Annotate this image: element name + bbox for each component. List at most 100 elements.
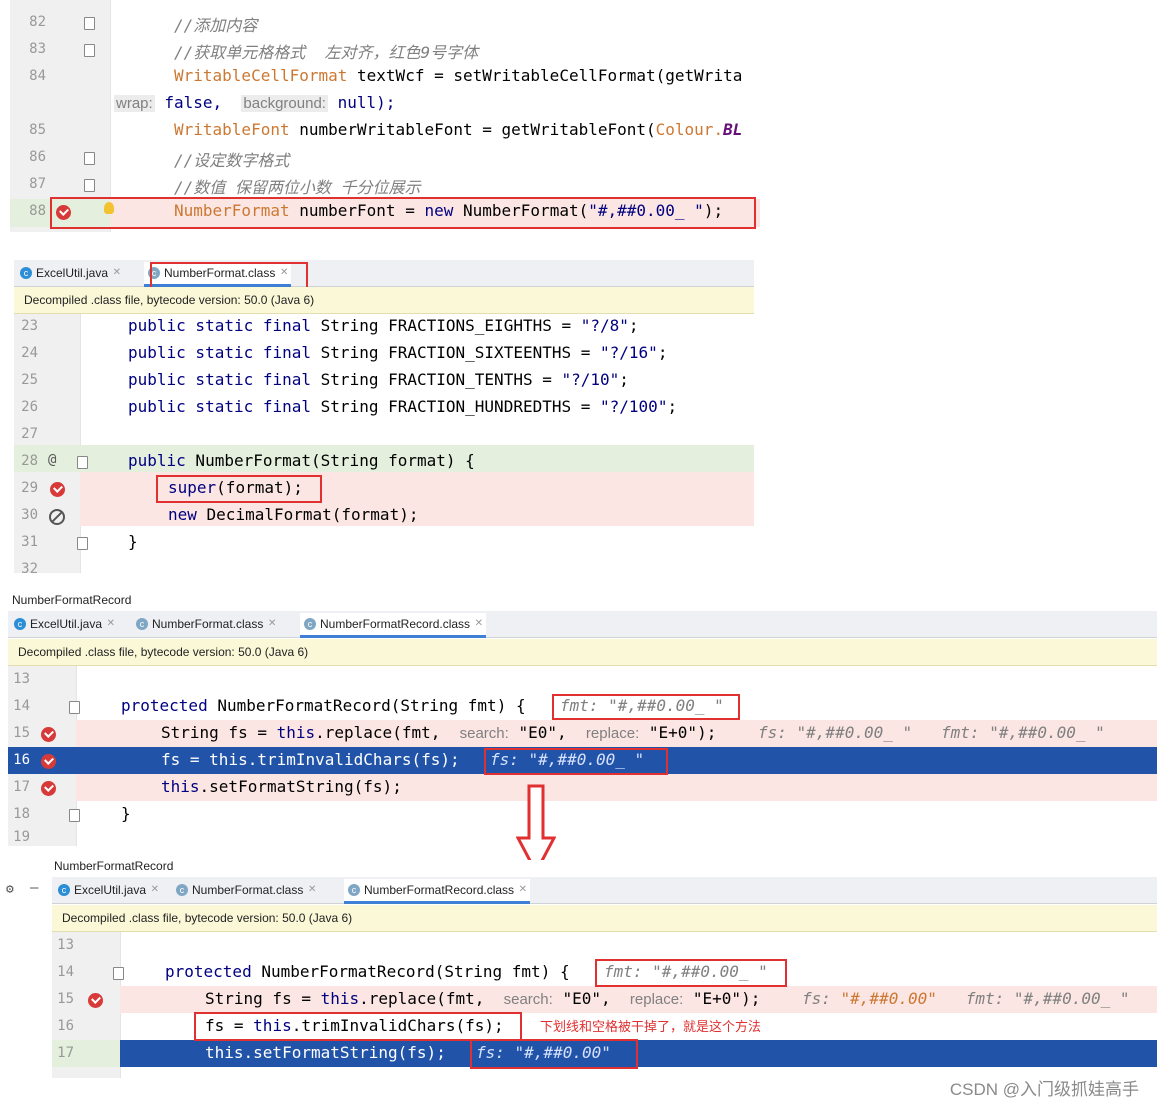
keyword: this <box>205 1043 244 1062</box>
code-line: fs = this.trimInvalidChars(fs); <box>161 750 460 769</box>
tab-label: NumberFormat.class <box>152 617 264 631</box>
code-line: protected NumberFormatRecord(String fmt)… <box>165 962 570 981</box>
keyword: public <box>128 451 186 470</box>
inline-debug-value: fs: "#,##0.00" fmt: "#,##0.00_ " <box>802 989 1130 1008</box>
fold-icon[interactable] <box>84 152 95 165</box>
tab-numberformatrecord[interactable]: c NumberFormatRecord.class ✕ <box>344 879 531 904</box>
editor-panel-numberformatrecord-after: NumberFormatRecord ⚙ — c ExcelUtil.java ✕ … <box>0 860 1157 1078</box>
code-text: String FRACTIONS_EIGHTHS = <box>311 316 581 335</box>
param-hint: replace: <box>629 991 684 1008</box>
code-text: "E0", <box>552 989 611 1008</box>
code-line: this.setFormatString(fs); <box>205 1043 446 1062</box>
line-number: 13 <box>57 937 74 953</box>
line-number: 17 <box>57 1045 74 1061</box>
code-text: "E+0"); <box>639 723 717 742</box>
close-icon[interactable]: ✕ <box>113 262 121 284</box>
annotation-note: 下划线和空格被干掉了，就是这个方法 <box>540 1019 762 1034</box>
fold-icon[interactable] <box>77 537 88 550</box>
class-file-icon: c <box>136 618 148 630</box>
breakpoint-icon[interactable] <box>41 781 56 796</box>
line-number: 19 <box>13 829 30 845</box>
string-literal: "?/10" <box>561 370 620 389</box>
override-icon[interactable]: @ <box>48 452 56 468</box>
tab-numberformatrecord[interactable]: c NumberFormatRecord.class ✕ <box>300 613 487 638</box>
line-number: 16 <box>57 1018 74 1034</box>
line-number: 32 <box>21 561 38 573</box>
code-text: DecimalFormat(format); <box>196 505 419 524</box>
line-number: 29 <box>21 480 38 496</box>
close-icon[interactable]: ✕ <box>519 879 527 901</box>
code-text: BL <box>723 120 743 139</box>
java-class-icon: c <box>20 267 32 279</box>
tab-numberformat[interactable]: c NumberFormat.class ✕ <box>172 879 319 901</box>
code-line: } <box>128 532 138 551</box>
keyword: this <box>209 750 248 769</box>
line-number: 83 <box>29 41 46 57</box>
tab-excelutil[interactable]: c ExcelUtil.java ✕ <box>54 879 162 901</box>
inline-debug-value: fs: "#,##0.00_ " fmt: "#,##0.00_ " <box>758 723 1105 742</box>
breakpoint-icon[interactable] <box>41 727 56 742</box>
code-text: NumberFormat(String format) { <box>185 451 475 470</box>
code-text: String FRACTION_HUNDREDTHS = <box>311 397 601 416</box>
tab-numberformat[interactable]: c NumberFormat.class ✕ <box>132 613 279 635</box>
param-hint: replace: <box>585 725 640 742</box>
code-line: String fs = this.replace(fmt, search: "E… <box>205 989 760 1008</box>
fold-icon[interactable] <box>84 44 95 57</box>
code-text: NumberFormatRecord(String fmt) { <box>207 696 526 715</box>
close-icon[interactable]: ✕ <box>268 613 276 635</box>
line-number: 16 <box>13 752 30 768</box>
code-line: //获取单元格格式 左对齐，红色9号字体 <box>174 43 479 62</box>
fold-icon[interactable] <box>84 179 95 192</box>
breakpoint-icon[interactable] <box>88 993 103 1008</box>
fold-icon[interactable] <box>69 701 80 714</box>
class-file-icon: c <box>176 884 188 896</box>
decompiled-notice: Decompiled .class file, bytecode version… <box>14 287 754 314</box>
line-number: 24 <box>21 345 38 361</box>
breakpoint-icon[interactable] <box>41 754 56 769</box>
code-line: this.setFormatString(fs); <box>161 777 402 796</box>
line-number: 87 <box>29 176 46 192</box>
tab-excelutil[interactable]: c ExcelUtil.java ✕ <box>16 262 124 284</box>
tab-excelutil[interactable]: c ExcelUtil.java ✕ <box>10 613 118 635</box>
gear-icon[interactable]: ⚙ <box>6 882 14 897</box>
code-text: .setFormatString(fs); <box>243 1043 446 1062</box>
code-text: ; <box>628 316 639 335</box>
watermark: CSDN @入门级抓娃高手 <box>949 1080 1139 1099</box>
fold-icon[interactable] <box>77 456 88 469</box>
close-icon[interactable]: ✕ <box>151 879 159 901</box>
code-text: String fs = <box>205 989 321 1008</box>
fold-icon[interactable] <box>84 17 95 30</box>
tab-bar: c ExcelUtil.java ✕ c NumberFormat.class ✕ cN… <box>52 877 1157 904</box>
close-icon[interactable]: ✕ <box>475 613 483 635</box>
minimize-icon[interactable]: — <box>30 880 38 896</box>
code-text: NumberFormatRecord(String fmt) { <box>251 962 570 981</box>
editor-panel-numberformat: c ExcelUtil.java ✕ c NumberFormat.class ✕ De… <box>14 260 754 573</box>
keyword: this <box>161 777 200 796</box>
code-text: String fs = <box>161 723 277 742</box>
close-icon[interactable]: ✕ <box>107 613 115 635</box>
code-line: public NumberFormat(String format) { <box>128 451 475 470</box>
line-number: 28 <box>21 453 38 469</box>
breadcrumb[interactable]: NumberFormatRecord <box>54 860 173 873</box>
code-text: String FRACTION_SIXTEENTHS = <box>311 343 601 362</box>
code-line: } <box>121 804 131 823</box>
disabled-breakpoint-icon[interactable] <box>49 509 65 525</box>
string-literal: "?/100" <box>600 397 668 416</box>
line-number: 31 <box>21 534 38 550</box>
code-text: ; <box>657 343 668 362</box>
close-icon[interactable]: ✕ <box>308 879 316 901</box>
fold-icon[interactable] <box>113 967 124 980</box>
code-text: numberWritableFont = getWritableFont( <box>289 120 656 139</box>
class-file-icon: c <box>304 618 316 630</box>
keyword: this <box>320 989 360 1008</box>
editor-panel-numberformatrecord-before: NumberFormatRecord c ExcelUtil.java ✕ c Num… <box>8 594 1157 846</box>
keyword: new <box>168 505 197 524</box>
line-number: 23 <box>21 318 38 334</box>
param-hint: search: <box>459 725 509 742</box>
code-line: protected NumberFormatRecord(String fmt)… <box>121 696 526 715</box>
tab-label: ExcelUtil.java <box>74 883 147 897</box>
fold-icon[interactable] <box>69 809 80 822</box>
code-text: ; <box>619 370 629 389</box>
breakpoint-icon[interactable] <box>50 482 65 497</box>
breadcrumb[interactable]: NumberFormatRecord <box>12 594 131 607</box>
